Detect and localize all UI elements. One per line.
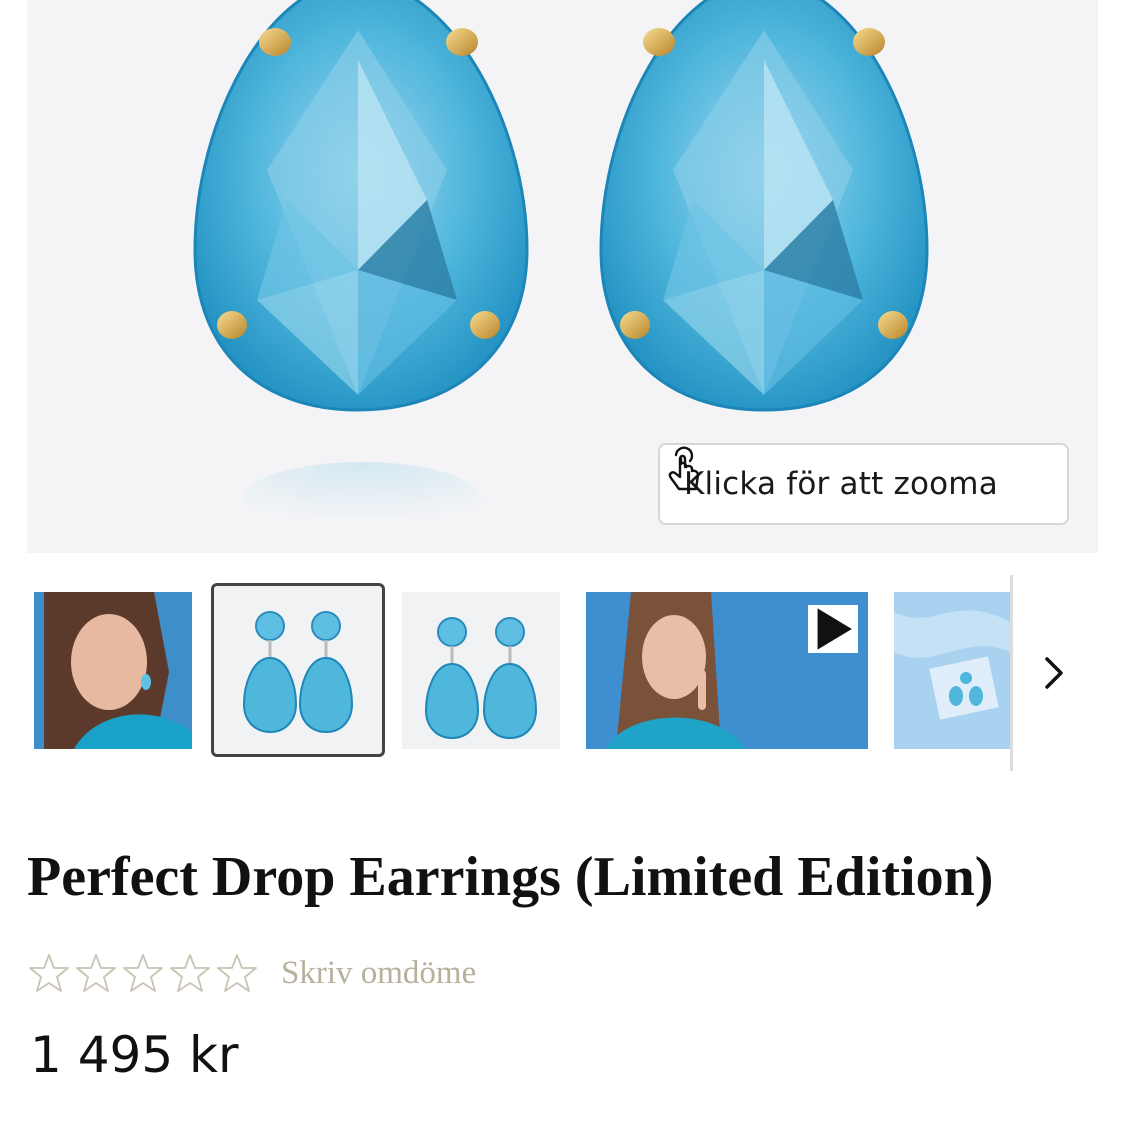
play-button[interactable]	[808, 605, 858, 653]
write-review-link[interactable]: Skriv omdöme	[281, 955, 476, 992]
thumbnail-scroll-edge	[1010, 575, 1013, 771]
thumbnail-strip	[0, 575, 1125, 775]
star-icon[interactable]	[28, 952, 70, 994]
left-crystal-gem	[193, 0, 529, 412]
product-title: Perfect Drop Earrings (Limited Edition)	[27, 846, 994, 908]
thumbnail-model-video[interactable]	[586, 592, 868, 749]
tap-hand-icon	[668, 446, 700, 491]
thumbnail-model-portrait[interactable]	[34, 592, 192, 749]
zoom-button-label: Klicka för att zooma	[684, 466, 998, 502]
play-icon	[817, 608, 852, 650]
thumbnail-earrings-front[interactable]	[211, 583, 385, 757]
product-hero-image[interactable]: Klicka för att zooma	[27, 0, 1098, 553]
star-icon[interactable]	[216, 952, 258, 994]
star-icon[interactable]	[169, 952, 211, 994]
right-crystal-gem	[599, 0, 929, 412]
star-icon[interactable]	[122, 952, 164, 994]
product-price: 1 495 kr	[30, 1026, 239, 1084]
star-icon[interactable]	[75, 952, 117, 994]
gem-reflection	[242, 462, 482, 538]
chevron-right-icon[interactable]	[1036, 653, 1072, 693]
rating-stars: Skriv omdöme	[28, 952, 476, 994]
zoom-button[interactable]: Klicka för att zooma	[658, 443, 1069, 525]
thumbnail-earrings-angle[interactable]	[402, 592, 560, 749]
thumbnail-earrings-on-fabric[interactable]	[894, 592, 1010, 749]
